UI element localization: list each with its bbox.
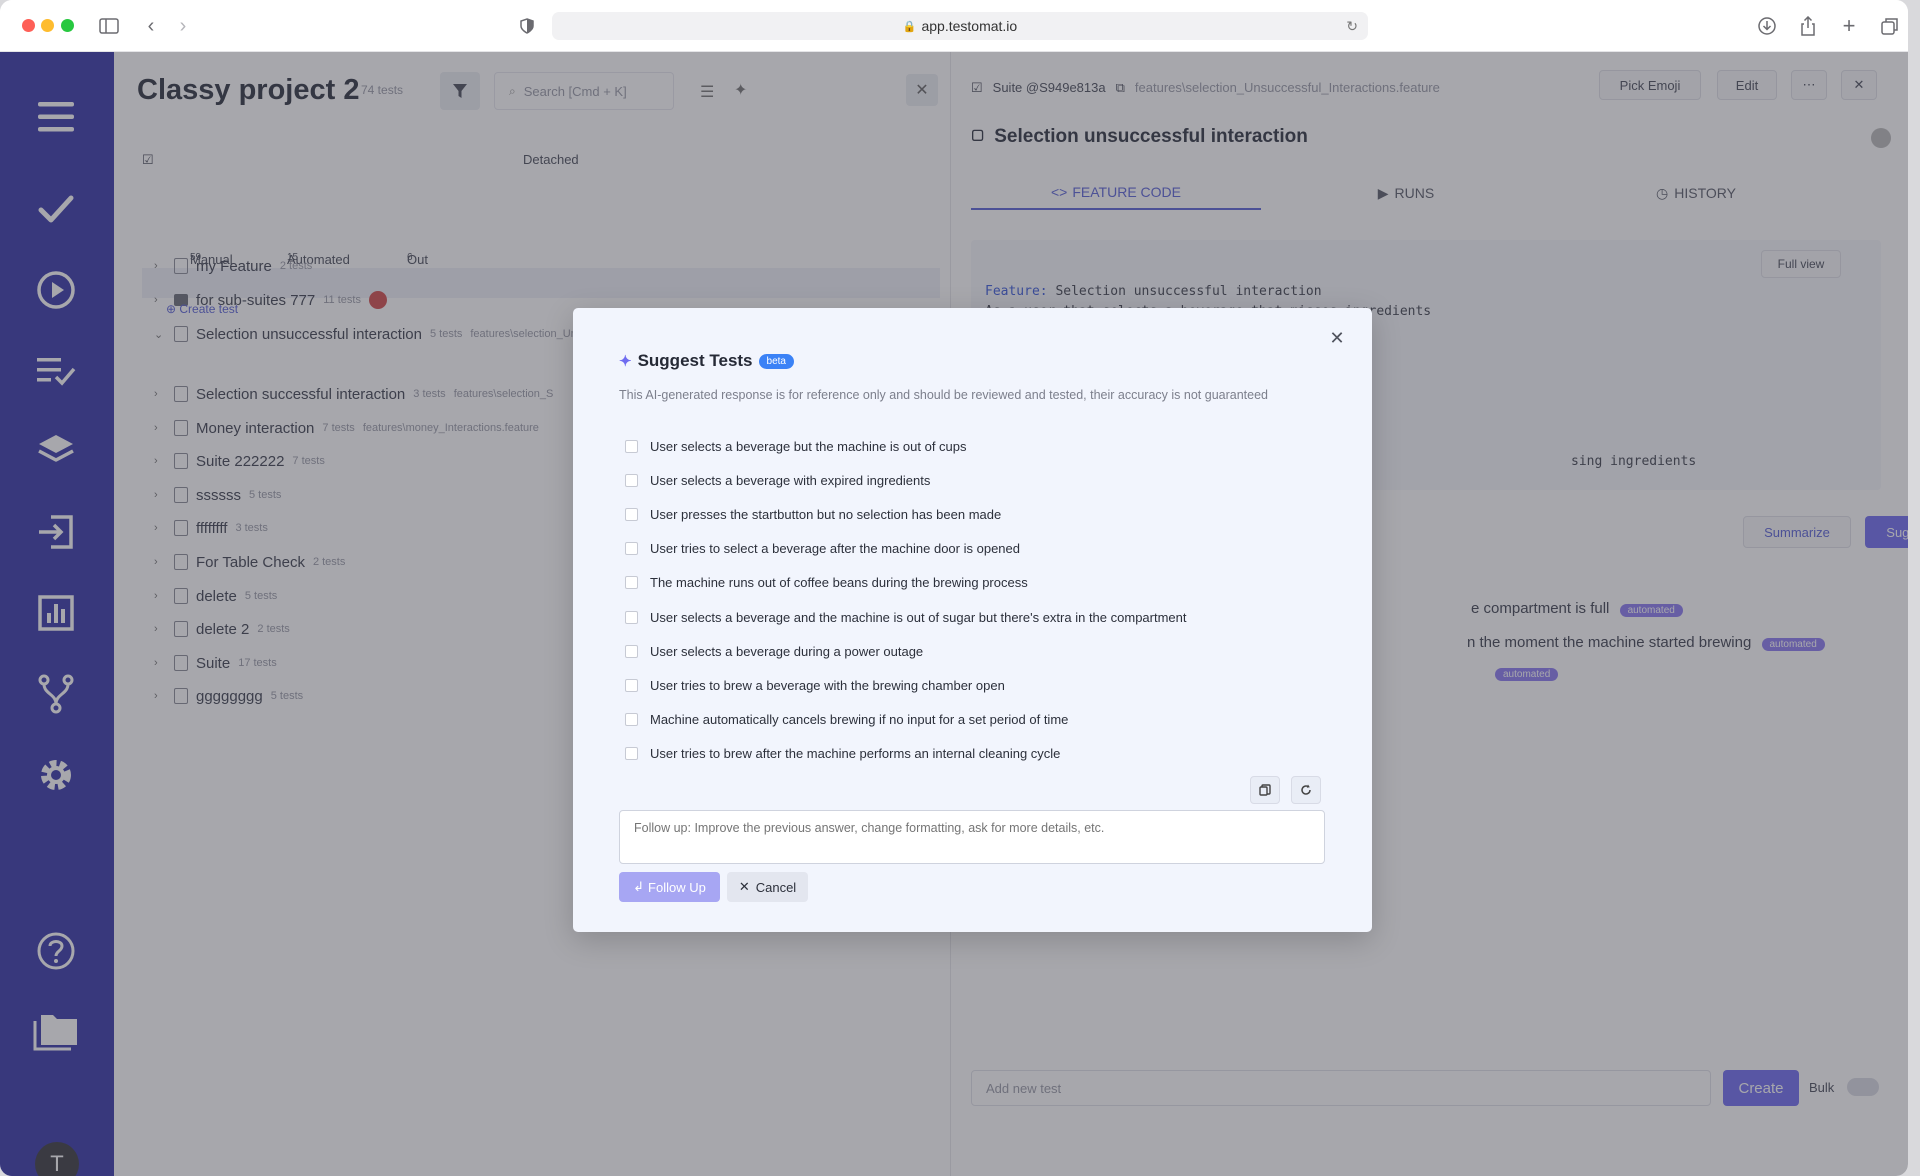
suggestion-checkbox[interactable]: [625, 678, 638, 692]
sidebar-toggle-icon[interactable]: [96, 13, 122, 39]
copy-icon: [1259, 784, 1271, 796]
tab-overview-icon[interactable]: [1877, 13, 1903, 39]
copy-button[interactable]: [1250, 776, 1280, 804]
follow-up-input[interactable]: [619, 810, 1325, 864]
suggestion-item[interactable]: Machine automatically cancels brewing if…: [625, 710, 1068, 730]
suggestion-checkbox[interactable]: [625, 439, 638, 453]
suggestion-label: Machine automatically cancels brewing if…: [650, 712, 1069, 728]
beta-badge: beta: [758, 353, 794, 369]
maximize-window-button[interactable]: [61, 19, 74, 32]
suggest-tests-modal: ✕ ✦ Suggest Tests beta This AI-generated…: [573, 308, 1372, 932]
lock-icon: 🔒: [902, 20, 917, 33]
download-icon[interactable]: [1754, 13, 1780, 39]
refresh-icon: [1301, 784, 1311, 795]
suggestion-item[interactable]: User selects a beverage and the machine …: [625, 607, 1187, 627]
suggestion-label: User tries to select a beverage after th…: [650, 541, 1020, 557]
url-text: app.testomat.io: [921, 18, 1018, 34]
suggestion-item[interactable]: User selects a beverage during a power o…: [625, 641, 923, 661]
suggestion-label: User selects a beverage but the machine …: [650, 438, 967, 454]
share-icon[interactable]: [1795, 13, 1821, 39]
follow-up-button[interactable]: ↲ Follow Up: [619, 872, 720, 902]
suggestion-checkbox[interactable]: [625, 644, 638, 658]
reload-icon[interactable]: ↻: [1346, 18, 1358, 35]
modal-title: ✦ Suggest Tests beta: [619, 351, 794, 371]
suggestion-item[interactable]: User tries to brew a beverage with the b…: [625, 675, 1005, 695]
suggestion-checkbox[interactable]: [625, 747, 638, 761]
close-icon[interactable]: ✕: [1327, 328, 1347, 348]
new-tab-icon[interactable]: +: [1836, 13, 1862, 39]
suggestion-label: User selects a beverage with expired ing…: [650, 472, 931, 488]
sparkle-icon: ✦: [619, 353, 632, 370]
suggestion-label: User presses the startbutton but no sele…: [650, 506, 1002, 522]
minimize-window-button[interactable]: [41, 19, 54, 32]
suggestion-label: User tries to brew a beverage with the b…: [650, 677, 1005, 693]
suggestion-label: User tries to brew after the machine per…: [650, 746, 1061, 762]
suggestion-item[interactable]: The machine runs out of coffee beans dur…: [625, 573, 1028, 593]
suggestion-checkbox[interactable]: [625, 507, 638, 521]
suggestion-item[interactable]: User presses the startbutton but no sele…: [625, 504, 1001, 524]
privacy-shield-icon[interactable]: [514, 13, 540, 39]
suggestion-checkbox[interactable]: [625, 713, 638, 727]
back-icon[interactable]: ‹: [138, 13, 164, 39]
suggestion-item[interactable]: User tries to brew after the machine per…: [625, 744, 1060, 764]
browser-window: ‹ › 🔒 app.testomat.io ↻ + T Classy proje…: [0, 0, 1908, 1176]
suggestion-checkbox[interactable]: [625, 576, 638, 590]
suggestion-label: User selects a beverage during a power o…: [650, 643, 924, 659]
forward-icon[interactable]: ›: [170, 13, 196, 39]
suggestion-item[interactable]: User tries to select a beverage after th…: [625, 539, 1020, 559]
suggestion-checkbox[interactable]: [625, 542, 638, 556]
close-icon: ✕: [738, 879, 750, 894]
return-arrow-icon: ↲: [633, 879, 645, 894]
suggestion-checkbox[interactable]: [625, 610, 638, 624]
suggestion-label: The machine runs out of coffee beans dur…: [650, 575, 1028, 591]
ai-disclaimer: This AI-generated response is for refere…: [619, 388, 1268, 402]
suggestion-label: User selects a beverage and the machine …: [650, 609, 1187, 625]
regenerate-button[interactable]: [1291, 776, 1321, 804]
suggestion-checkbox[interactable]: [625, 473, 638, 487]
browser-toolbar: ‹ › 🔒 app.testomat.io ↻ +: [0, 0, 1908, 52]
close-window-button[interactable]: [22, 19, 35, 32]
cancel-button[interactable]: ✕ Cancel: [727, 872, 808, 902]
suggestion-item[interactable]: User selects a beverage with expired ing…: [625, 470, 930, 490]
address-bar[interactable]: 🔒 app.testomat.io ↻: [552, 12, 1368, 40]
suggestion-item[interactable]: User selects a beverage but the machine …: [625, 436, 967, 456]
